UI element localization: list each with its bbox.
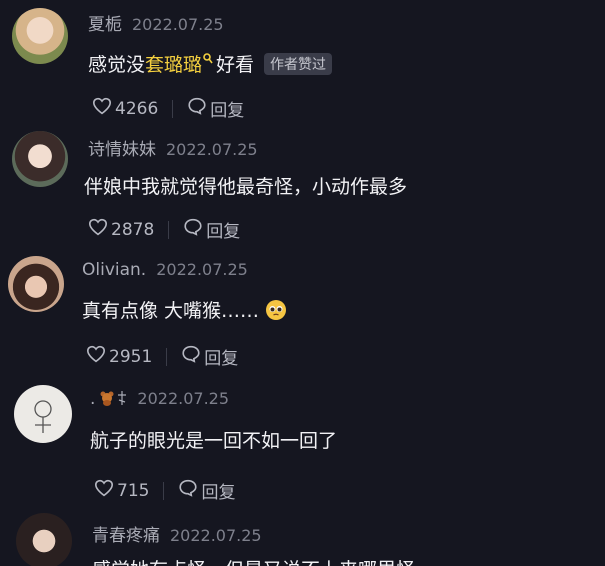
heart-icon: [92, 97, 115, 120]
search-icon[interactable]: [203, 48, 213, 70]
author-liked-badge: 作者赞过: [264, 53, 333, 75]
comment-date: 2022.07.25: [156, 260, 248, 279]
reply-label: 回复: [204, 349, 239, 369]
heart-icon: [88, 218, 111, 241]
comment-date: 2022.07.25: [137, 389, 230, 408]
like-count: 2951: [109, 346, 153, 367]
search-keyword-link[interactable]: 套璐璐: [145, 54, 202, 76]
comment-date: 2022.07.25: [170, 526, 262, 545]
username[interactable]: 夏栀 2022.07.25: [88, 10, 224, 35]
like-button[interactable]: 715: [94, 479, 149, 502]
comment-item: 青春疼痛2022.07.25 感觉她有点怪，但是又说不上来哪里怪: [0, 505, 605, 566]
reply-label: 回复: [210, 101, 245, 121]
reply-icon: [183, 218, 206, 241]
reply-button[interactable]: 回复: [178, 478, 235, 503]
like-count: 4266: [115, 98, 159, 119]
reply-label: 回复: [206, 222, 241, 242]
avatar[interactable]: [14, 385, 72, 443]
like-button[interactable]: 2951: [86, 345, 152, 368]
reply-button[interactable]: 回复: [181, 344, 238, 369]
comment-actions: 2878 回复: [88, 217, 240, 242]
divider: [163, 481, 165, 500]
username[interactable]: 青春疼痛 2022.07.25: [92, 521, 262, 546]
pleading-face-emoji-icon: [265, 299, 287, 326]
comment-item: . 2022.07.25 航子的眼光是一回不如一回了 715 回复: [0, 375, 605, 505]
reply-button[interactable]: 回复: [187, 96, 244, 121]
comment-date: 2022.07.25: [166, 140, 258, 159]
comment-actions: 2951 回复: [86, 344, 238, 369]
reply-icon: [187, 97, 210, 120]
comment-actions: 4266 回复: [92, 96, 244, 121]
reply-label: 回复: [201, 483, 236, 503]
sketch-avatar-icon: [34, 400, 52, 433]
comment-item: 诗情妹妹 2022.07.25 伴娘中我就觉得他最奇怪，小动作最多 2878 回复: [0, 125, 605, 250]
reply-button[interactable]: 回复: [183, 217, 240, 242]
avatar[interactable]: [12, 8, 68, 64]
comment-item: Olivian. 2022.07.25 真有点像 大嘴猴…… 2951 回复: [0, 250, 605, 375]
comment-text: 真有点像 大嘴猴……: [82, 296, 287, 326]
like-count: 2878: [111, 219, 155, 240]
comment-text: 航子的眼光是一回不如一回了: [90, 430, 338, 452]
like-button[interactable]: 2878: [88, 218, 154, 241]
heart-icon: [86, 345, 109, 368]
username[interactable]: . 2022.07.25: [90, 389, 229, 411]
comment-actions: 715 回复: [94, 478, 235, 503]
divider: [166, 347, 168, 366]
comment-date: 2022.07.25: [132, 15, 224, 34]
username[interactable]: Olivian. 2022.07.25: [82, 260, 248, 280]
username[interactable]: 诗情妹妹 2022.07.25: [88, 135, 258, 160]
avatar[interactable]: [8, 256, 64, 312]
like-button[interactable]: 4266: [92, 97, 158, 120]
comment-text: 感觉没套璐璐 好看 作者赞过: [88, 48, 333, 77]
reply-icon: [181, 345, 204, 368]
teddy-bear-emoji-icon: [99, 390, 115, 411]
heart-icon: [94, 479, 117, 502]
comment-text: 感觉她有点怪，但是又说不上来哪里怪: [92, 555, 415, 566]
reply-icon: [178, 479, 201, 502]
comment-item: 夏栀 2022.07.25 感觉没套璐璐 好看 作者赞过 4266 回复: [0, 0, 605, 125]
avatar[interactable]: [16, 513, 72, 566]
divider: [168, 220, 170, 239]
avatar[interactable]: [12, 131, 68, 187]
sparkle-icon: [117, 390, 127, 411]
divider: [172, 99, 174, 118]
comment-text: 伴娘中我就觉得他最奇怪，小动作最多: [84, 176, 408, 198]
like-count: 715: [117, 480, 150, 501]
